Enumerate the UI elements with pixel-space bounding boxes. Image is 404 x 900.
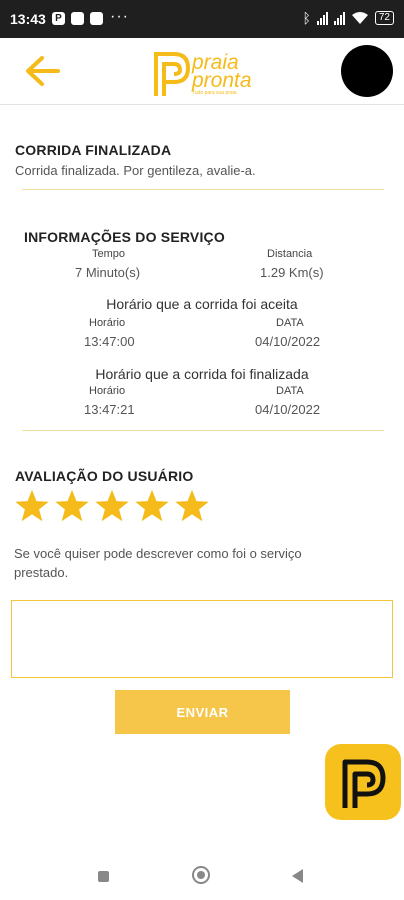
divider	[22, 189, 384, 190]
star-rating[interactable]	[14, 489, 210, 523]
signal-icon-2	[333, 11, 345, 25]
ride-subtitle: Corrida finalizada. Por gentileza, avali…	[15, 163, 256, 178]
distance-value: 1.29 Km(s)	[260, 265, 324, 280]
notification-square-icon	[71, 12, 84, 25]
star-icon[interactable]	[54, 489, 90, 523]
star-icon[interactable]	[174, 489, 210, 523]
divider	[22, 430, 384, 431]
accepted-time-label: Horário	[89, 317, 126, 329]
star-icon[interactable]	[134, 489, 170, 523]
app-header: praia pronta Tudo para sua praia	[0, 38, 404, 105]
arrow-left-icon[interactable]	[22, 54, 62, 88]
notification-square-icon	[90, 12, 103, 25]
recent-apps-icon[interactable]	[98, 871, 109, 882]
finished-time-label: Horário	[89, 385, 126, 397]
logo-text-line2: pronta	[192, 69, 252, 92]
system-nav-bar	[0, 852, 404, 900]
feedback-textarea[interactable]	[11, 600, 393, 678]
logo-mark-icon	[154, 52, 191, 96]
bluetooth-icon: ᛒ	[302, 10, 311, 26]
home-icon[interactable]	[192, 866, 210, 884]
rating-title: AVALIAÇÃO DO USUÁRIO	[15, 468, 194, 484]
praia-pronta-logo: praia pronta Tudo para sua praia	[150, 44, 280, 100]
back-triangle-icon[interactable]	[292, 869, 303, 883]
logo-tagline: Tudo para sua praia	[192, 90, 237, 96]
accepted-date-label: DATA	[276, 317, 304, 329]
wifi-icon	[351, 12, 368, 24]
praia-pronta-fab[interactable]	[325, 744, 401, 820]
time-value: 7 Minuto(s)	[75, 265, 141, 280]
finished-title: Horário que a corrida foi finalizada	[95, 366, 309, 382]
avatar[interactable]	[341, 45, 393, 97]
star-icon[interactable]	[94, 489, 130, 523]
accepted-time: 13:47:00	[84, 334, 135, 349]
distance-label: Distancia	[267, 248, 313, 260]
more-notifications-icon: ···	[110, 8, 129, 25]
time-label: Tempo	[92, 248, 126, 260]
feedback-note: Se você quiser pode descrever como foi o…	[14, 546, 302, 580]
signal-icon	[316, 11, 328, 25]
accepted-title: Horário que a corrida foi aceita	[106, 296, 298, 312]
ride-title: CORRIDA FINALIZADA	[15, 142, 172, 158]
send-button[interactable]: ENVIAR	[115, 690, 290, 734]
finished-time: 13:47:21	[84, 402, 135, 417]
star-icon[interactable]	[14, 489, 50, 523]
finished-date: 04/10/2022	[255, 402, 321, 417]
accepted-date: 04/10/2022	[255, 334, 321, 349]
praia-pronta-logo-icon	[342, 759, 386, 808]
notification-p-icon: P	[52, 12, 65, 25]
service-title: INFORMAÇÕES DO SERVIÇO	[24, 229, 225, 245]
finished-date-label: DATA	[276, 385, 304, 397]
status-bar: 13:43 P ··· ᛒ 72	[0, 0, 404, 38]
notification-icons: P	[52, 12, 103, 25]
system-icons: ᛒ 72	[302, 10, 394, 26]
battery-icon: 72	[374, 11, 394, 25]
status-time: 13:43	[10, 11, 46, 27]
